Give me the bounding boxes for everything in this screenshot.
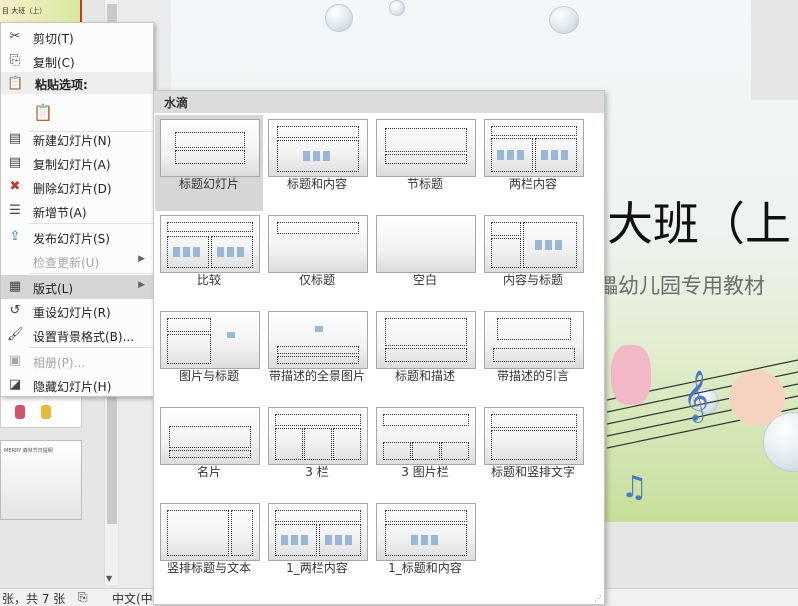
resize-grip-icon[interactable]: ⋰	[594, 594, 602, 603]
menu-item-copy[interactable]: ⎘ 复制(C)	[1, 49, 153, 73]
submenu-arrow-icon: ▶	[138, 280, 145, 290]
layout-picture-with-caption[interactable]: 图片与标题	[155, 307, 263, 403]
menu-item-reset-slide[interactable]: ↺ 重设幻灯片(R)	[1, 299, 153, 323]
paste-option-keep-format[interactable]: 📋	[1, 99, 153, 129]
layout-two-content[interactable]: 两栏内容	[479, 115, 587, 211]
layout-panoramic-picture-with-caption[interactable]: 带描述的全景图片	[263, 307, 371, 403]
slide-thumbnail-top[interactable]: 目 大班（上）	[0, 0, 82, 24]
menu-separator	[29, 347, 153, 348]
duplicate-slide-icon: ▤	[8, 155, 22, 170]
paste-icon: 📋	[7, 76, 24, 91]
layout-1-title-and-content[interactable]: 1_标题和内容	[371, 499, 479, 595]
paste-options-header: 📋 粘贴选项:	[1, 72, 153, 94]
layout-icon: ▦	[8, 279, 22, 294]
water-drop-decoration	[389, 0, 405, 16]
layout-title-and-content[interactable]: 标题和内容	[263, 115, 371, 211]
copy-icon: ⎘	[9, 53, 21, 68]
cartoon-child-decoration	[611, 345, 651, 405]
layout-section-header[interactable]: 节标题	[371, 115, 479, 211]
layout-gallery[interactable]: 水滴 标题幻灯片 标题和内容 节标题 两栏内容 比较 仅标题 空白 内容与标题 …	[153, 90, 605, 605]
slide-title[interactable]: 大班（上	[607, 188, 791, 254]
menu-item-delete-slide[interactable]: ✖ 删除幻灯片(D)	[1, 175, 153, 199]
slide-edge	[751, 0, 798, 100]
layout-three-picture-column[interactable]: 3 图片栏	[371, 403, 479, 499]
menu-separator	[29, 223, 153, 224]
notes-icon[interactable]: ⎘	[78, 590, 88, 605]
character-figure	[41, 405, 51, 419]
new-slide-icon: ▤	[8, 131, 22, 146]
menu-item-duplicate-slide[interactable]: ▤ 复制幻灯片(A)	[1, 151, 153, 175]
layout-blank[interactable]: 空白	[371, 211, 479, 307]
slide-thumbnail-7[interactable]: MERRY 森林节日提纲	[0, 440, 82, 520]
water-drop-decoration	[325, 4, 353, 32]
menu-item-add-section[interactable]: ☰ 新增节(A)	[1, 199, 153, 223]
menu-item-cut[interactable]: ✂ 剪切(T)	[1, 25, 153, 49]
menu-item-check-updates[interactable]: 检查更新(U) ▶	[1, 249, 153, 273]
layout-title-slide[interactable]: 标题幻灯片	[155, 115, 263, 211]
menu-item-layout[interactable]: ▦ 版式(L) ▶	[1, 275, 153, 299]
reset-slide-icon: ↺	[9, 303, 21, 318]
treble-clef-icon: 𝄞	[683, 370, 710, 421]
cartoon-child-decoration	[729, 370, 785, 426]
publish-slides-icon: ⇪	[9, 229, 21, 244]
photo-album-icon: ▣	[8, 353, 22, 368]
scissors-icon: ✂	[9, 29, 21, 44]
layout-comparison[interactable]: 比较	[155, 211, 263, 307]
character-figure	[15, 405, 25, 419]
layout-quote-with-caption[interactable]: 带描述的引言	[479, 307, 587, 403]
delete-slide-icon: ✖	[9, 179, 21, 194]
layout-title-only[interactable]: 仅标题	[263, 211, 371, 307]
menu-separator	[29, 273, 153, 274]
slide-thumbnail-top-text: 目 大班（上）	[2, 7, 47, 15]
format-background-icon: 🖌	[7, 327, 24, 342]
layout-three-column[interactable]: 3 栏	[263, 403, 371, 499]
music-note-icon: ♫	[621, 470, 648, 505]
add-section-icon: ☰	[9, 203, 21, 218]
language-indicator[interactable]: 中文(中	[112, 590, 153, 606]
context-menu[interactable]: ✂ 剪切(T) ⎘ 复制(C) 📋 粘贴选项: 📋 ▤ 新建幻灯片(N) ▤ 复…	[0, 22, 154, 397]
clipboard-icon: 📋	[33, 103, 53, 122]
scroll-down-icon[interactable]: ▼	[106, 574, 112, 583]
water-drop-decoration	[549, 6, 579, 34]
layout-title-and-vertical-text[interactable]: 标题和竖排文字	[479, 403, 587, 499]
layout-title-and-caption[interactable]: 标题和描述	[371, 307, 479, 403]
submenu-arrow-icon: ▶	[138, 254, 145, 264]
layout-content-with-caption[interactable]: 内容与标题	[479, 211, 587, 307]
menu-item-hide-slide[interactable]: ◪ 隐藏幻灯片(H)	[1, 373, 153, 397]
slide-thumbnail-characters[interactable]	[0, 396, 82, 428]
menu-item-publish-slides[interactable]: ⇪ 发布幻灯片(S)	[1, 225, 153, 249]
gallery-header: 水滴	[154, 91, 604, 113]
layout-name-card[interactable]: 名片	[155, 403, 263, 499]
layout-vertical-title-and-text[interactable]: 竖排标题与文本	[155, 499, 263, 595]
menu-item-format-background[interactable]: 🖌 设置背景格式(B)...	[1, 323, 153, 347]
theme-name: 水滴	[164, 96, 189, 110]
slide-count: 张，共 7 张	[2, 592, 66, 606]
hide-slide-icon: ◪	[8, 377, 22, 392]
layout-1-two-content[interactable]: 1_两栏内容	[263, 499, 371, 595]
slide-subtitle[interactable]: 儡幼儿园专用教材	[597, 270, 765, 300]
menu-item-photo-album[interactable]: ▣ 相册(P)...	[1, 349, 153, 373]
slide-thumbnail-7-text: MERRY 森林节日提纲	[4, 448, 53, 454]
menu-item-new-slide[interactable]: ▤ 新建幻灯片(N)	[1, 127, 153, 151]
